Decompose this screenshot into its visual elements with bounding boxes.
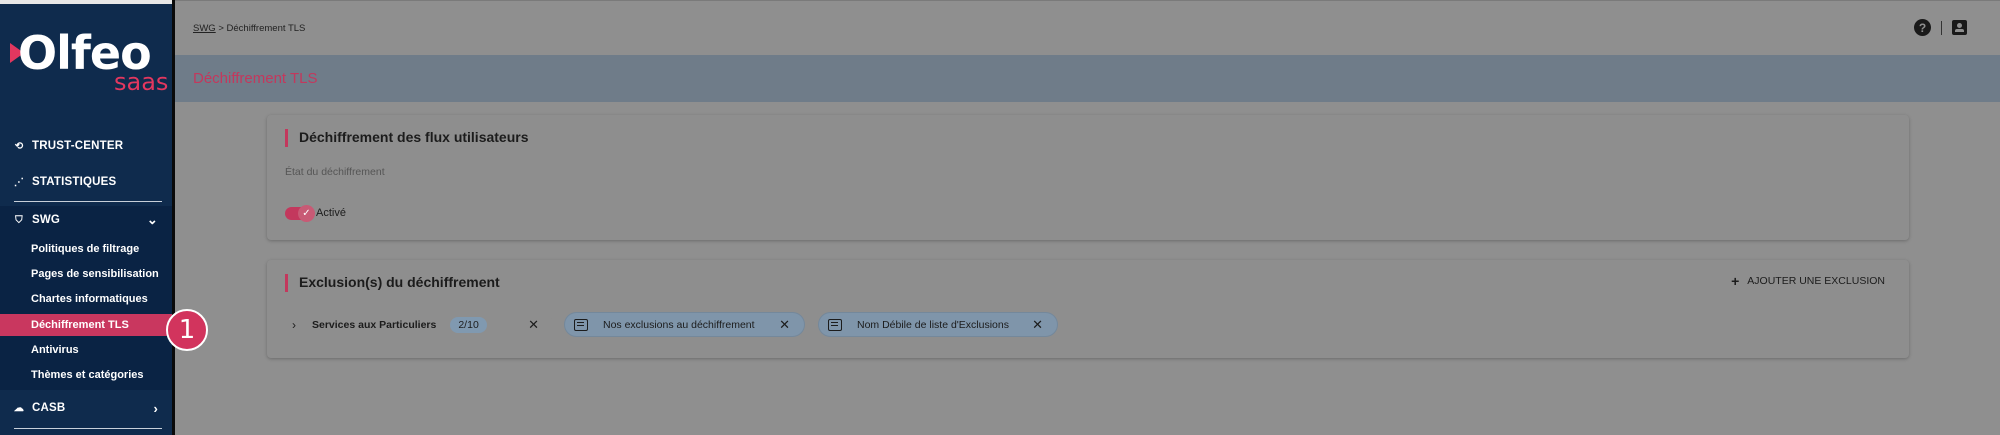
plus-icon: + [1731,273,1740,289]
annotation-badge: 1 [166,309,208,351]
chip-count-badge: 2/10 [450,316,487,333]
decryption-card: Déchiffrement des flux utilisateurs État… [267,115,1909,240]
help-icon[interactable]: ? [1914,19,1931,36]
breadcrumb-current: Déchiffrement TLS [226,23,306,34]
trust-center-icon: ⟲ [14,140,24,152]
sidebar-top-line [0,0,172,4]
check-icon: ✓ [298,205,315,222]
exclusions-card: Exclusion(s) du déchiffrement + AJOUTER … [267,260,1909,358]
sidebar-item-casb[interactable]: ☁ CASB › [0,392,172,424]
top-icons-separator [1941,20,1942,35]
submenu-item-politiques[interactable]: Politiques de filtrage [0,238,172,260]
submenu-item-themes[interactable]: Thèmes et catégories [0,364,172,386]
sidebar-item-swg[interactable]: ⛉ SWG ⌄ [0,204,172,236]
chip-label: Nos exclusions au déchiffrement [603,318,755,331]
shield-icon: ⛉ [15,214,23,226]
chip-label: Services aux Particuliers [312,318,437,331]
submenu-item-pages-sensibilisation[interactable]: Pages de sensibilisation [0,263,172,285]
breadcrumb-separator: > [215,23,227,34]
exclusion-chip-list-b[interactable]: Nom Débile de liste d'Exclusions ✕ [818,312,1058,337]
logo-saas: saas [114,68,169,96]
decryption-toggle[interactable]: ✓ [285,205,315,222]
close-icon[interactable]: ✕ [528,317,539,333]
submenu-item-chartes[interactable]: Chartes informatiques [0,288,172,310]
sidebar: Olfeo saas ⟲ TRUST-CENTER ⋰ STATISTIQUES… [0,0,175,435]
exclusion-chip-list-a[interactable]: Nos exclusions au déchiffrement ✕ [564,312,805,337]
sidebar-divider [14,428,162,429]
chevron-right-icon: › [153,400,158,416]
top-icons: ? [1914,19,1967,36]
top-bar: SWG > Déchiffrement TLS ? [175,0,2000,55]
chevron-right-icon[interactable]: › [292,318,296,332]
add-exclusion-label: AJOUTER UNE EXCLUSION [1747,275,1885,287]
decryption-state-label: État du déchiffrement [285,166,385,178]
submenu-item-dechiffrement-tls[interactable]: Déchiffrement TLS [0,314,172,336]
page-header: Déchiffrement TLS [175,55,2000,102]
sidebar-item-trust-center[interactable]: ⟲ TRUST-CENTER [0,130,172,162]
decryption-toggle-label: Activé [316,207,346,219]
chip-label: Nom Débile de liste d'Exclusions [857,318,1009,331]
close-icon[interactable]: ✕ [1032,317,1043,333]
sidebar-item-label: STATISTIQUES [32,176,117,188]
sidebar-item-label: TRUST-CENTER [32,140,124,152]
list-icon [574,318,588,331]
olfeo-logo[interactable]: Olfeo saas [10,28,168,98]
statistics-icon: ⋰ [13,176,25,188]
account-icon[interactable] [1952,20,1967,35]
list-icon [828,318,842,331]
close-icon[interactable]: ✕ [779,317,790,333]
exclusions-card-title: Exclusion(s) du déchiffrement [285,274,500,292]
chevron-down-icon: ⌄ [146,212,158,227]
decryption-card-title: Déchiffrement des flux utilisateurs [285,129,529,147]
submenu-item-antivirus[interactable]: Antivirus [0,339,172,361]
sidebar-item-label: SWG [32,214,61,226]
sidebar-divider [14,201,162,202]
sidebar-item-statistiques[interactable]: ⋰ STATISTIQUES [0,166,172,198]
exclusion-chip-services[interactable]: › Services aux Particuliers 2/10 ✕ [280,312,553,337]
page-title: Déchiffrement TLS [193,70,318,87]
add-exclusion-button[interactable]: + AJOUTER UNE EXCLUSION [1731,273,1885,289]
sidebar-item-label: CASB [32,402,66,414]
breadcrumb: SWG > Déchiffrement TLS [193,23,305,34]
cloud-icon: ☁ [13,402,25,414]
breadcrumb-link-swg[interactable]: SWG [193,23,216,34]
